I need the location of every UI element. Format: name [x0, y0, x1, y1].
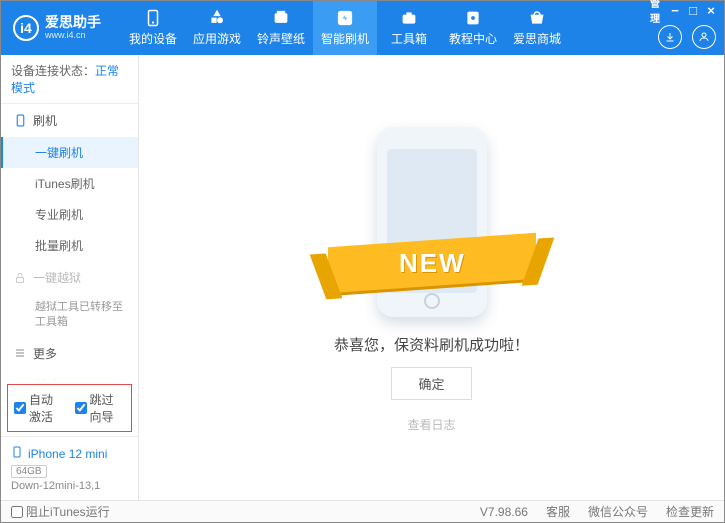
app-header: i4 爱思助手 www.i4.cn 我的设备应用游戏铃声壁纸智能刷机工具箱教程中…: [1, 1, 724, 55]
nav-tools[interactable]: 工具箱: [377, 1, 441, 55]
sidebar-item-more-0[interactable]: 其他工具: [1, 370, 138, 380]
status-bar: 阻止iTunes运行 V7.98.66 客服 微信公众号 检查更新: [1, 500, 724, 522]
sidebar: 设备连接状态：正常模式 刷机 一键刷机iTunes刷机专业刷机批量刷机 一键越狱…: [1, 55, 139, 500]
book-icon: [463, 9, 483, 27]
wechat-link[interactable]: 微信公众号: [588, 503, 648, 520]
user-button[interactable]: [692, 25, 716, 49]
new-ribbon: NEW: [328, 233, 536, 294]
app-logo: i4 爱思助手 www.i4.cn: [1, 15, 113, 41]
menu-icon: [13, 346, 27, 360]
menu-button[interactable]: 管理: [650, 3, 664, 17]
lock-icon: [13, 271, 27, 285]
view-log-link[interactable]: 查看日志: [407, 416, 455, 433]
close-button[interactable]: ×: [704, 3, 718, 17]
tools-icon: [399, 9, 419, 27]
section-flash[interactable]: 刷机: [1, 104, 138, 137]
minimize-button[interactable]: −: [668, 3, 682, 17]
confirm-button[interactable]: 确定: [391, 367, 471, 400]
apps-icon: [207, 9, 227, 27]
skip-guide-checkbox[interactable]: 跳过向导: [75, 391, 126, 425]
window-controls: 管理 − □ ×: [650, 3, 718, 17]
version-label: V7.98.66: [480, 505, 528, 519]
sidebar-item-flash-0[interactable]: 一键刷机: [1, 137, 138, 168]
success-illustration: NEW: [342, 122, 522, 322]
device-sub: Down-12mini-13,1: [11, 480, 128, 492]
device-name[interactable]: iPhone 12 mini: [28, 447, 107, 461]
connection-status: 设备连接状态：正常模式: [1, 55, 138, 104]
nav-apps[interactable]: 应用游戏: [185, 1, 249, 55]
shop-icon: [527, 9, 547, 27]
sidebar-item-flash-2[interactable]: 专业刷机: [1, 199, 138, 230]
nav-phone[interactable]: 我的设备: [121, 1, 185, 55]
phone-icon: [143, 9, 163, 27]
phone-icon: [11, 445, 23, 462]
jailbreak-note: 越狱工具已转移至工具箱: [1, 294, 138, 337]
phone-icon: [13, 114, 27, 128]
sidebar-item-flash-3[interactable]: 批量刷机: [1, 230, 138, 261]
nav-ringtone[interactable]: 铃声壁纸: [249, 1, 313, 55]
nav-flash[interactable]: 智能刷机: [313, 1, 377, 55]
section-jailbreak: 一键越狱: [1, 261, 138, 294]
service-link[interactable]: 客服: [546, 503, 570, 520]
check-update-link[interactable]: 检查更新: [666, 503, 714, 520]
sidebar-item-flash-1[interactable]: iTunes刷机: [1, 168, 138, 199]
main-content: NEW 恭喜您，保资料刷机成功啦！ 确定 查看日志: [139, 55, 724, 500]
download-button[interactable]: [658, 25, 682, 49]
block-itunes-checkbox[interactable]: 阻止iTunes运行: [11, 503, 110, 520]
auto-activate-checkbox[interactable]: 自动激活: [14, 391, 65, 425]
top-nav: 我的设备应用游戏铃声壁纸智能刷机工具箱教程中心爱思商城: [121, 1, 569, 55]
flash-options-highlight: 自动激活 跳过向导: [7, 384, 132, 432]
maximize-button[interactable]: □: [686, 3, 700, 17]
nav-shop[interactable]: 爱思商城: [505, 1, 569, 55]
app-url: www.i4.cn: [45, 31, 101, 41]
success-message: 恭喜您，保资料刷机成功啦！: [334, 334, 529, 355]
device-capacity: 64GB: [11, 465, 47, 478]
ringtone-icon: [271, 9, 291, 27]
flash-icon: [335, 9, 355, 27]
nav-book[interactable]: 教程中心: [441, 1, 505, 55]
logo-icon: i4: [13, 15, 39, 41]
device-panel: iPhone 12 mini 64GB Down-12mini-13,1: [1, 436, 138, 500]
conn-label: 设备连接状态：: [11, 64, 95, 78]
app-title: 爱思助手: [45, 15, 101, 30]
section-more[interactable]: 更多: [1, 337, 138, 370]
